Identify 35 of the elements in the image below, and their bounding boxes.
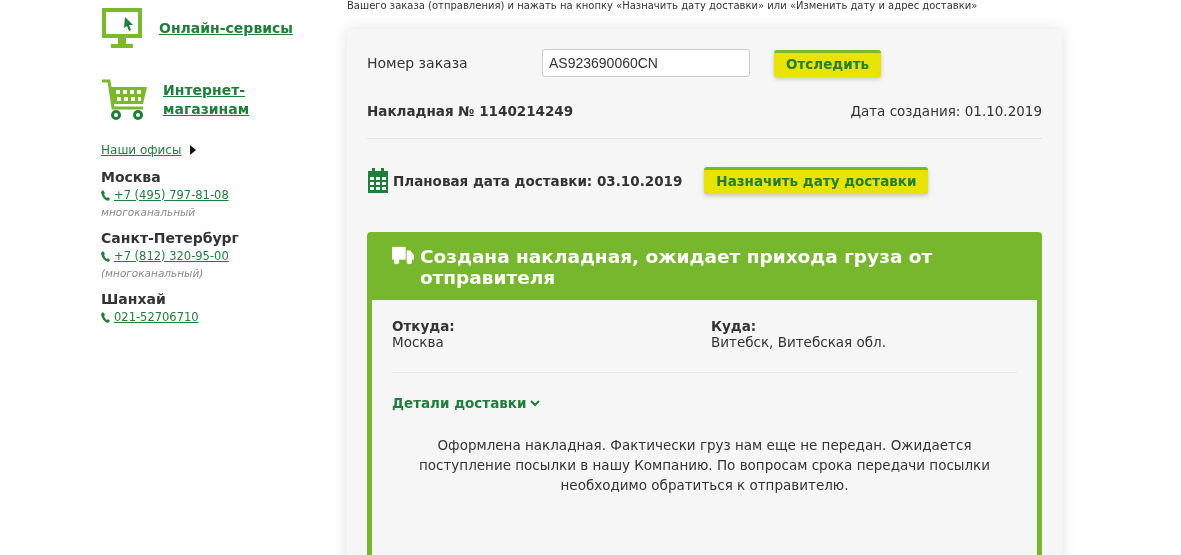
delivery-details-link[interactable]: Детали доставки	[392, 395, 527, 411]
status-message: Оформлена накладная. Фактически груз нам еще не передан. Ожидается поступление посылки в нашу Компанию. По вопросам срока передачи посылки необходимо обратиться к отправителю.	[417, 436, 992, 495]
phone-link[interactable]: +7 (495) 797-81-08	[114, 188, 229, 202]
from-value: Москва	[392, 334, 445, 350]
chevron-down-icon	[530, 399, 541, 407]
creation-date: Дата создания: 01.10.2019	[850, 103, 1042, 119]
waybill-number: Накладная № 1140214249	[367, 103, 574, 119]
planned-delivery-date: Плановая дата доставки: 03.10.2019	[393, 172, 683, 189]
order-number-label: Номер заказа	[367, 55, 469, 71]
intro-text: Вашего заказа (отправления) и нажать на кнопку «Назначить дату доставки» или «Изменить дату и адрес доставки»	[347, 0, 979, 13]
from-label: Откуда:	[392, 318, 456, 334]
status-title: Создана накладная, ожидает прихода груза от отправителя	[419, 246, 934, 288]
to-value: Витебск, Витебская обл.	[711, 334, 887, 350]
triangle-right-icon	[190, 145, 197, 155]
phone-icon	[101, 189, 110, 201]
shopping-cart-icon	[101, 78, 149, 122]
monitor-icon	[101, 7, 145, 49]
schedule-delivery-button[interactable]: Назначить дату доставки	[704, 167, 929, 194]
phone-link[interactable]: 021-52706710	[114, 310, 199, 324]
city-name: Санкт-Петербург	[101, 230, 240, 246]
phone-icon	[101, 250, 110, 262]
city-name: Шанхай	[101, 291, 167, 307]
calendar-icon	[367, 167, 389, 194]
offices-link[interactable]: Наши офисы	[101, 143, 182, 157]
service-link[interactable]: Онлайн-сервисы	[159, 18, 299, 38]
phone-note: многоканальный	[101, 206, 197, 218]
truck-icon	[392, 246, 414, 266]
phone-link[interactable]: +7 (812) 320-95-00	[114, 249, 229, 263]
track-button[interactable]: Отследить	[774, 49, 882, 77]
service-link[interactable]: Интернет-магазинам	[163, 81, 303, 119]
phone-note: (многоканальный)	[101, 267, 205, 279]
to-label: Куда:	[711, 318, 758, 334]
order-number-field[interactable]: AS923690060CN	[542, 49, 750, 77]
phone-icon	[101, 311, 110, 323]
city-name: Москва	[101, 169, 162, 185]
